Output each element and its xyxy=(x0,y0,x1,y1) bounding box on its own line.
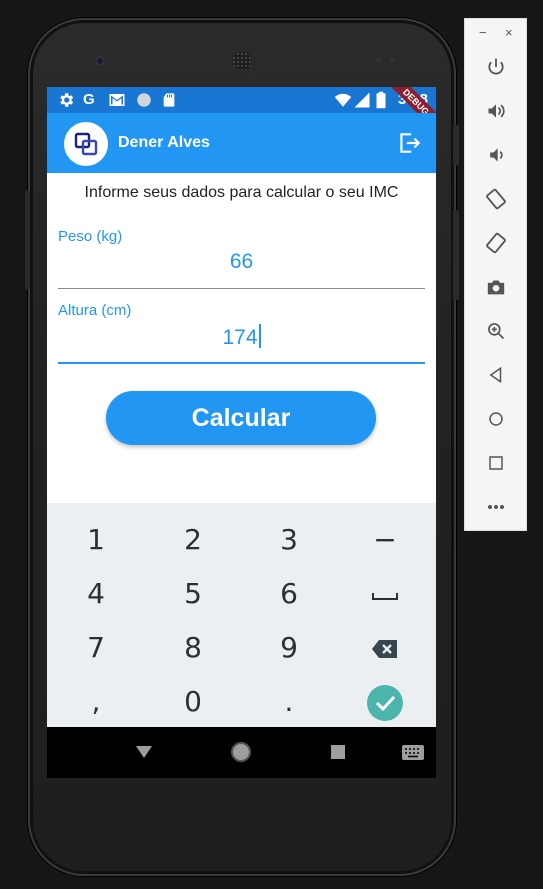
phone-screen: G 3:28 DEBUG Dener Alves xyxy=(47,87,436,778)
screenshot-button[interactable] xyxy=(483,274,509,300)
height-input[interactable]: 174 xyxy=(58,324,425,350)
key-6[interactable]: 6 xyxy=(241,567,337,621)
proximity-sensor xyxy=(390,58,395,63)
rotate-right-icon xyxy=(486,232,506,254)
back-button[interactable] xyxy=(483,362,509,388)
app-bar: Dener Alves xyxy=(47,113,436,173)
logout-icon[interactable] xyxy=(396,130,422,156)
gear-icon xyxy=(60,93,74,107)
weight-label: Peso (kg) xyxy=(58,228,123,245)
back-icon xyxy=(489,366,502,384)
height-input-value: 174 xyxy=(222,326,258,349)
sd-card-icon xyxy=(163,93,175,107)
status-bar: G 3:28 DEBUG xyxy=(47,87,436,136)
key-period[interactable]: . xyxy=(241,675,337,729)
volume-up-icon xyxy=(488,104,505,118)
more-icon xyxy=(488,505,504,509)
volume-down-icon xyxy=(490,148,503,162)
key-8[interactable]: 8 xyxy=(145,621,241,675)
key-done[interactable] xyxy=(337,675,433,729)
height-label: Altura (cm) xyxy=(58,302,132,319)
rotate-left-icon xyxy=(486,188,506,210)
phone-side-button xyxy=(25,190,30,290)
key-backspace[interactable] xyxy=(337,621,433,675)
zoom-button[interactable] xyxy=(483,318,509,344)
calculate-button[interactable]: Calcular xyxy=(106,391,376,445)
wifi-icon xyxy=(334,93,352,107)
app-title: Dener Alves xyxy=(118,134,210,151)
instruction-text: Informe seus dados para calcular o seu I… xyxy=(84,184,399,201)
weight-input[interactable]: 66 xyxy=(58,250,425,274)
phone-side-button xyxy=(453,210,459,300)
gmail-icon xyxy=(109,94,125,106)
key-3[interactable]: 3 xyxy=(241,513,337,567)
check-icon xyxy=(367,685,403,721)
circle-icon xyxy=(137,93,151,107)
app-logo-icon xyxy=(74,132,98,156)
navigation-bar xyxy=(47,727,436,778)
keyboard-icon[interactable] xyxy=(402,745,424,760)
signal-icon xyxy=(354,92,370,108)
key-7[interactable]: 7 xyxy=(48,621,144,675)
key-9[interactable]: 9 xyxy=(241,621,337,675)
numeric-keyboard: 1 2 3 − 4 5 6 7 8 9 , 0 . xyxy=(47,503,436,727)
volume-down-button[interactable] xyxy=(483,142,509,168)
power-button[interactable] xyxy=(483,54,509,80)
battery-icon xyxy=(376,91,386,109)
space-icon xyxy=(372,593,398,600)
camera-icon xyxy=(487,280,505,295)
overview-button[interactable] xyxy=(483,450,509,476)
key-0[interactable]: 0 xyxy=(145,675,241,729)
home-icon[interactable] xyxy=(230,741,252,763)
key-5[interactable]: 5 xyxy=(145,567,241,621)
earpiece-speaker xyxy=(232,52,252,70)
key-space[interactable] xyxy=(337,567,433,621)
close-button[interactable]: × xyxy=(505,25,513,40)
home-button[interactable] xyxy=(483,406,509,432)
rotate-right-button[interactable] xyxy=(483,230,509,256)
more-button[interactable] xyxy=(483,494,509,520)
phone-side-button xyxy=(453,125,459,165)
back-icon[interactable] xyxy=(135,745,153,759)
overview-icon xyxy=(489,456,503,470)
front-camera xyxy=(95,56,105,66)
power-icon xyxy=(488,58,504,75)
key-4[interactable]: 4 xyxy=(48,567,144,621)
avatar xyxy=(64,122,108,166)
weight-input-underline xyxy=(58,288,425,289)
backspace-icon xyxy=(372,640,397,658)
text-caret xyxy=(258,324,261,348)
google-icon: G xyxy=(83,91,95,108)
key-minus[interactable]: − xyxy=(337,513,433,567)
proximity-sensor xyxy=(376,58,381,63)
volume-up-button[interactable] xyxy=(483,98,509,124)
overview-icon[interactable] xyxy=(331,745,345,759)
key-comma[interactable]: , xyxy=(48,675,144,729)
home-icon xyxy=(489,412,503,426)
height-input-underline xyxy=(58,362,425,364)
emulator-tool-panel: − × xyxy=(464,18,527,531)
key-1[interactable]: 1 xyxy=(48,513,144,567)
key-2[interactable]: 2 xyxy=(145,513,241,567)
minimize-button[interactable]: − xyxy=(479,25,487,40)
rotate-left-button[interactable] xyxy=(483,186,509,212)
zoom-icon xyxy=(488,323,505,340)
